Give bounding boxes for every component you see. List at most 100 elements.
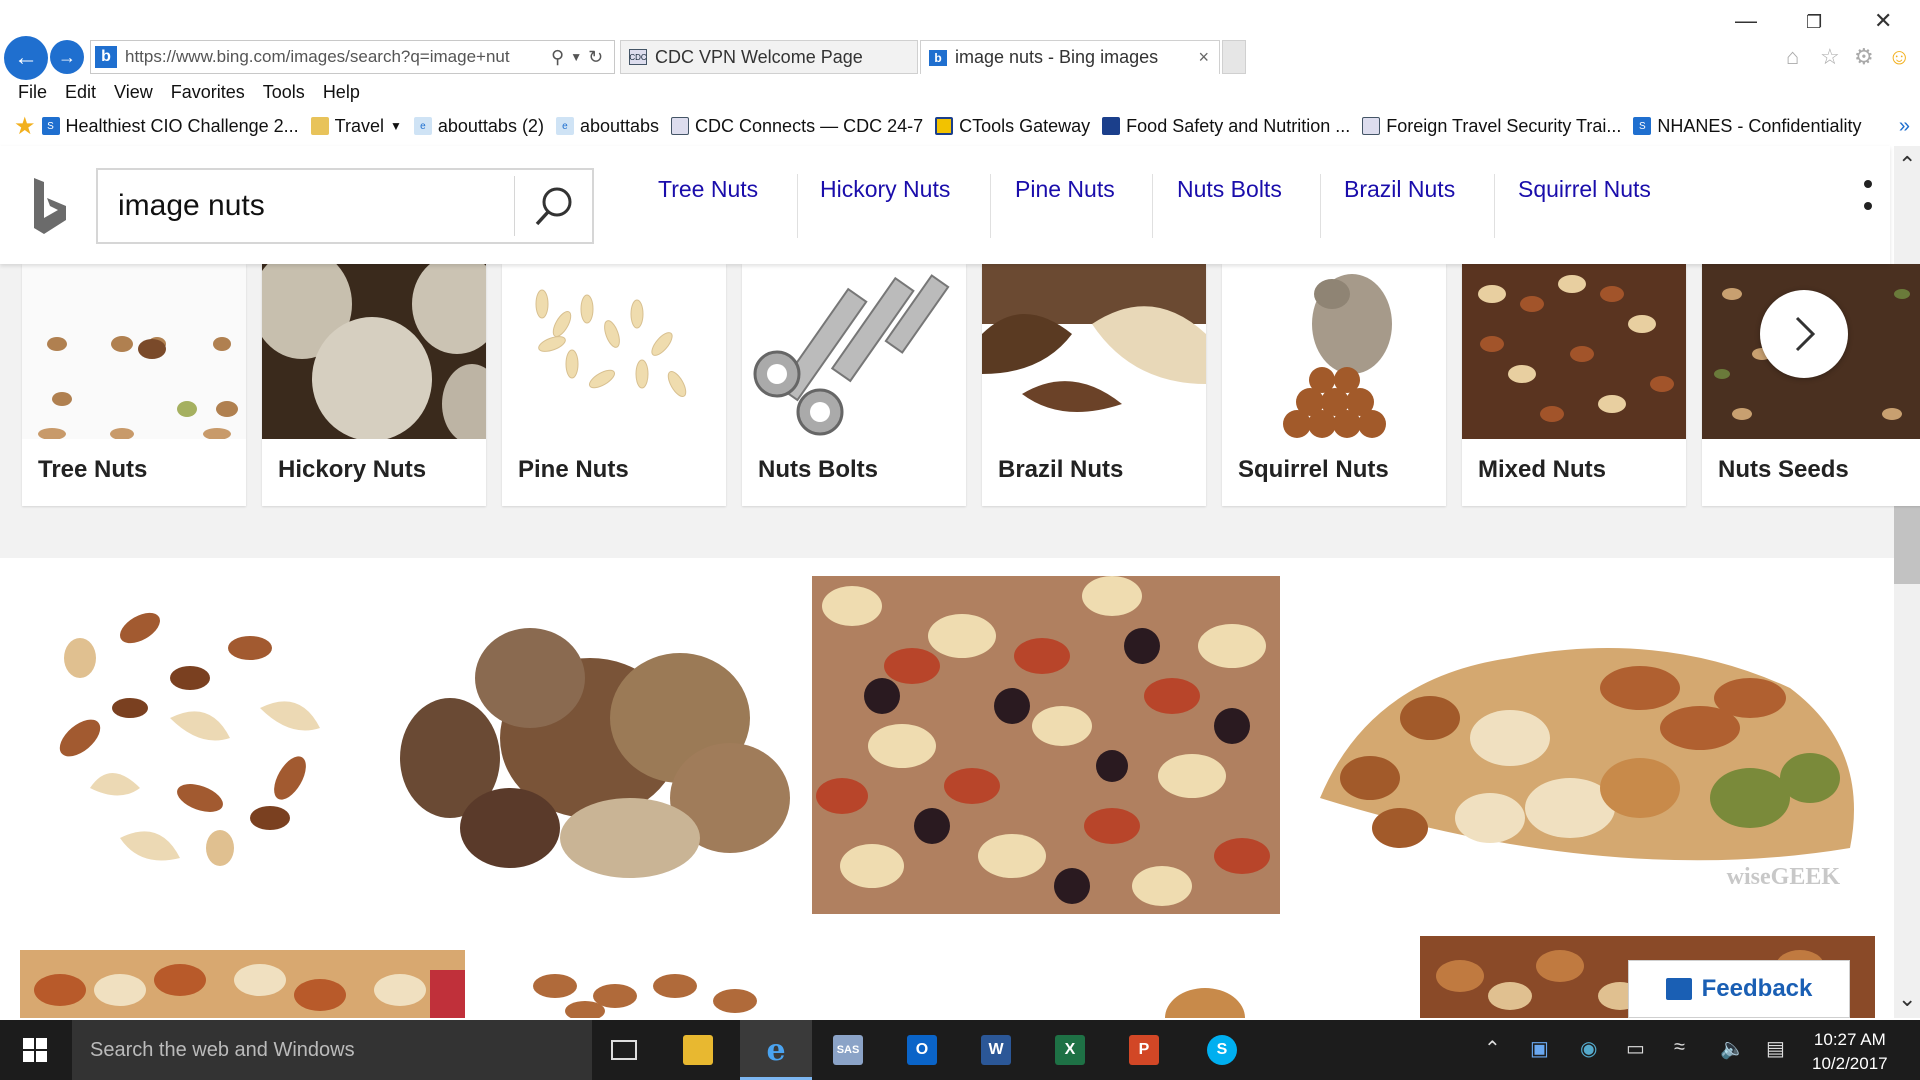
menu-view[interactable]: View xyxy=(105,78,162,106)
more-options-icon[interactable] xyxy=(1864,180,1872,224)
brazil-nuts-thumbnail xyxy=(982,264,1206,439)
favorites-star-icon[interactable]: ★ xyxy=(14,112,36,141)
related-card-pine-nuts[interactable]: Pine Nuts xyxy=(502,264,726,506)
bing-header: Tree Nuts Hickory Nuts Pine Nuts Nuts Bo… xyxy=(0,146,1890,264)
system-clock[interactable]: 10:27 AM 10/2/2017 xyxy=(1812,1028,1888,1076)
refresh-icon[interactable]: ↻ xyxy=(588,47,603,68)
address-url[interactable]: https://www.bing.com/images/search?q=ima… xyxy=(125,47,545,67)
bing-favicon-icon: b xyxy=(929,49,947,66)
home-icon[interactable]: ⌂ xyxy=(1786,44,1799,70)
related-card-brazil-nuts[interactable]: Brazil Nuts xyxy=(982,264,1206,506)
favorite-folder[interactable]: Travel ▼ xyxy=(310,115,402,137)
restore-icon[interactable]: ❐ xyxy=(1806,12,1822,33)
menu-tools[interactable]: Tools xyxy=(254,78,314,106)
image-result-single-nut[interactable] xyxy=(1160,976,1250,1018)
card-label: Tree Nuts xyxy=(38,456,148,483)
menu-file[interactable]: File xyxy=(0,78,56,106)
favorite-label: Travel xyxy=(334,115,384,136)
forward-button[interactable]: → xyxy=(50,40,84,74)
ctools-icon xyxy=(935,117,954,135)
favorites-star-icon[interactable]: ☆ xyxy=(1820,44,1840,70)
security-icon[interactable]: ◉ xyxy=(1580,1036,1597,1061)
file-explorer-icon[interactable] xyxy=(674,1026,722,1074)
menu-favorites[interactable]: Favorites xyxy=(162,78,254,106)
next-related-button[interactable] xyxy=(1760,290,1848,378)
divider xyxy=(797,174,798,238)
related-card-hickory-nuts[interactable]: Hickory Nuts xyxy=(262,264,486,506)
related-link-tree-nuts[interactable]: Tree Nuts xyxy=(658,176,758,203)
related-link-pine-nuts[interactable]: Pine Nuts xyxy=(1015,176,1115,203)
favorite-link[interactable]: CDC Connects — CDC 24-7 xyxy=(671,116,923,137)
related-card-mixed-nuts[interactable]: Mixed Nuts xyxy=(1462,264,1686,506)
favorite-link[interactable]: S Healthiest CIO Challenge 2... xyxy=(41,116,299,137)
action-center-icon[interactable]: ▤ xyxy=(1766,1036,1785,1061)
vpn-lock-icon[interactable]: ▣ xyxy=(1530,1036,1549,1061)
bing-logo-icon[interactable] xyxy=(30,176,70,255)
image-result-nuts-row2-a[interactable] xyxy=(20,950,465,1018)
word-icon[interactable]: W xyxy=(972,1026,1020,1074)
image-result-mixed-nuts[interactable] xyxy=(20,588,360,888)
powerpoint-icon[interactable]: P xyxy=(1120,1026,1168,1074)
show-hidden-icons-icon[interactable]: ⌃ xyxy=(1484,1036,1501,1061)
card-label: Brazil Nuts xyxy=(998,456,1124,483)
menu-help[interactable]: Help xyxy=(314,78,369,106)
search-input[interactable] xyxy=(118,184,518,228)
tab-label: CDC VPN Welcome Page xyxy=(655,46,863,67)
skype-icon[interactable]: S xyxy=(1198,1026,1246,1074)
related-card-tree-nuts[interactable]: Tree Nuts xyxy=(22,264,246,506)
chevron-right-icon xyxy=(1795,316,1816,352)
smiley-feedback-icon[interactable]: ☺ xyxy=(1888,44,1910,70)
dropdown-arrow-icon[interactable]: ▼ xyxy=(570,50,582,64)
image-result-almonds[interactable] xyxy=(515,956,805,1018)
taskbar-search-box[interactable]: Search the web and Windows xyxy=(72,1020,592,1080)
favorite-link[interactable]: e abouttabs xyxy=(555,116,659,137)
scroll-down-icon[interactable]: ⌄ xyxy=(1898,986,1916,1012)
card-label: Nuts Bolts xyxy=(758,456,878,483)
image-result-whole-nuts[interactable] xyxy=(390,598,790,888)
image-results-grid: wiseGEEK xyxy=(0,558,1894,1018)
search-button[interactable] xyxy=(522,176,586,236)
tab-cdc-vpn[interactable]: CDC CDC VPN Welcome Page xyxy=(620,40,918,74)
cdc-favicon-icon xyxy=(671,117,690,135)
related-link-nuts-bolts[interactable]: Nuts Bolts xyxy=(1177,176,1282,203)
new-tab-button[interactable] xyxy=(1222,40,1246,74)
related-card-squirrel-nuts[interactable]: Squirrel Nuts xyxy=(1222,264,1446,506)
close-tab-icon[interactable]: × xyxy=(1198,47,1209,68)
favorite-link[interactable]: e abouttabs (2) xyxy=(413,116,544,137)
volume-muted-icon[interactable]: 🔈 xyxy=(1720,1036,1745,1061)
favorite-link[interactable]: Foreign Travel Security Trai... xyxy=(1362,116,1621,137)
tree-nuts-thumbnail xyxy=(22,264,246,440)
image-result-nut-pile[interactable]: wiseGEEK xyxy=(1310,598,1870,898)
back-button[interactable]: ← xyxy=(4,36,48,80)
address-bar[interactable]: b https://www.bing.com/images/search?q=i… xyxy=(90,40,615,74)
start-button[interactable] xyxy=(0,1020,70,1080)
folder-icon xyxy=(310,117,329,135)
favorite-link[interactable]: CTools Gateway xyxy=(935,116,1090,137)
menu-edit[interactable]: Edit xyxy=(56,78,105,106)
mixed-nuts-thumbnail xyxy=(1462,264,1686,439)
divider xyxy=(1152,174,1153,238)
excel-icon[interactable]: X xyxy=(1046,1026,1094,1074)
task-view-icon[interactable] xyxy=(600,1026,648,1074)
scroll-up-icon[interactable]: ⌃ xyxy=(1898,152,1916,178)
wifi-icon[interactable]: ≈ xyxy=(1674,1036,1685,1059)
close-window-icon[interactable]: ✕ xyxy=(1874,8,1892,34)
internet-explorer-icon[interactable]: e xyxy=(752,1026,800,1074)
image-result-trail-mix[interactable] xyxy=(812,576,1280,914)
card-label: Nuts Seeds xyxy=(1718,456,1849,483)
feedback-button[interactable]: Feedback xyxy=(1628,960,1850,1018)
related-link-squirrel-nuts[interactable]: Squirrel Nuts xyxy=(1518,176,1651,203)
favorite-link[interactable]: S NHANES - Confidentiality xyxy=(1633,116,1861,137)
related-card-nuts-bolts[interactable]: Nuts Bolts xyxy=(742,264,966,506)
minimize-icon[interactable]: — xyxy=(1735,8,1757,34)
outlook-icon[interactable]: O xyxy=(898,1026,946,1074)
favorite-link[interactable]: Food Safety and Nutrition ... xyxy=(1102,116,1350,137)
sas-icon[interactable]: SAS xyxy=(824,1026,872,1074)
tab-bing-images[interactable]: b image nuts - Bing images × xyxy=(920,40,1220,74)
chevron-right-more-icon[interactable]: » xyxy=(1899,115,1910,138)
related-link-brazil-nuts[interactable]: Brazil Nuts xyxy=(1344,176,1455,203)
settings-gear-icon[interactable]: ⚙ xyxy=(1854,44,1874,70)
battery-icon[interactable]: ▭ xyxy=(1626,1036,1645,1061)
search-icon[interactable]: ⚲ xyxy=(551,47,564,68)
related-link-hickory-nuts[interactable]: Hickory Nuts xyxy=(820,176,950,203)
